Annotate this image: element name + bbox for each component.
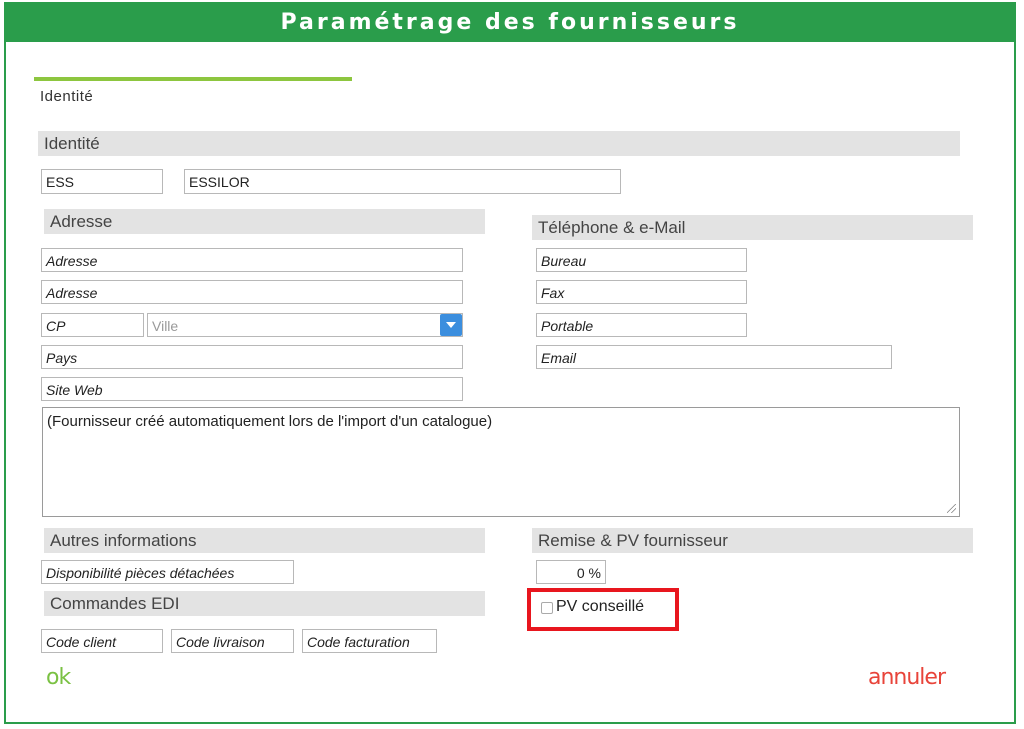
fax-field[interactable]: Fax (536, 280, 747, 304)
window-title: Paramétrage des fournisseurs (6, 4, 1014, 42)
ok-button[interactable]: ok (46, 665, 71, 690)
pv-conseille-label[interactable]: PV conseillé (556, 598, 644, 616)
section-commandes-edi: Commandes EDI (44, 591, 485, 616)
mobile-phone-field[interactable]: Portable (536, 313, 747, 337)
section-contact: Téléphone & e-Mail (532, 215, 973, 240)
country-field[interactable]: Pays (41, 345, 463, 369)
pv-conseille-checkbox[interactable] (541, 602, 553, 614)
supplier-name-field[interactable]: ESSILOR (184, 169, 621, 194)
edi-client-code-field[interactable]: Code client (41, 629, 163, 653)
postal-code-field[interactable]: CP (41, 313, 144, 337)
section-autres-informations: Autres informations (44, 528, 485, 553)
edi-billing-code-field[interactable]: Code facturation (302, 629, 437, 653)
section-adresse: Adresse (44, 209, 485, 234)
city-select[interactable]: Ville (147, 313, 463, 337)
website-field[interactable]: Site Web (41, 377, 463, 401)
supplier-code-field[interactable]: ESS (41, 169, 163, 194)
resize-handle-icon[interactable] (947, 504, 956, 513)
discount-field[interactable]: 0 % (536, 560, 606, 584)
email-field[interactable]: Email (536, 345, 892, 369)
address-line1-field[interactable]: Adresse (41, 248, 463, 272)
edi-delivery-code-field[interactable]: Code livraison (171, 629, 294, 653)
section-remise-pv: Remise & PV fournisseur (532, 528, 973, 553)
section-identite: Identité (38, 131, 960, 156)
chevron-down-icon[interactable] (440, 314, 462, 336)
address-line2-field[interactable]: Adresse (41, 280, 463, 304)
notes-textarea[interactable]: (Fournisseur créé automatiquement lors d… (42, 407, 960, 517)
active-tab-indicator (34, 77, 352, 81)
tab-identite[interactable]: Identité (40, 88, 93, 105)
cancel-button[interactable]: annuler (868, 665, 946, 690)
office-phone-field[interactable]: Bureau (536, 248, 747, 272)
notes-text: (Fournisseur créé automatiquement lors d… (47, 413, 493, 430)
spare-parts-availability-field[interactable]: Disponibilité pièces détachées (41, 560, 294, 584)
